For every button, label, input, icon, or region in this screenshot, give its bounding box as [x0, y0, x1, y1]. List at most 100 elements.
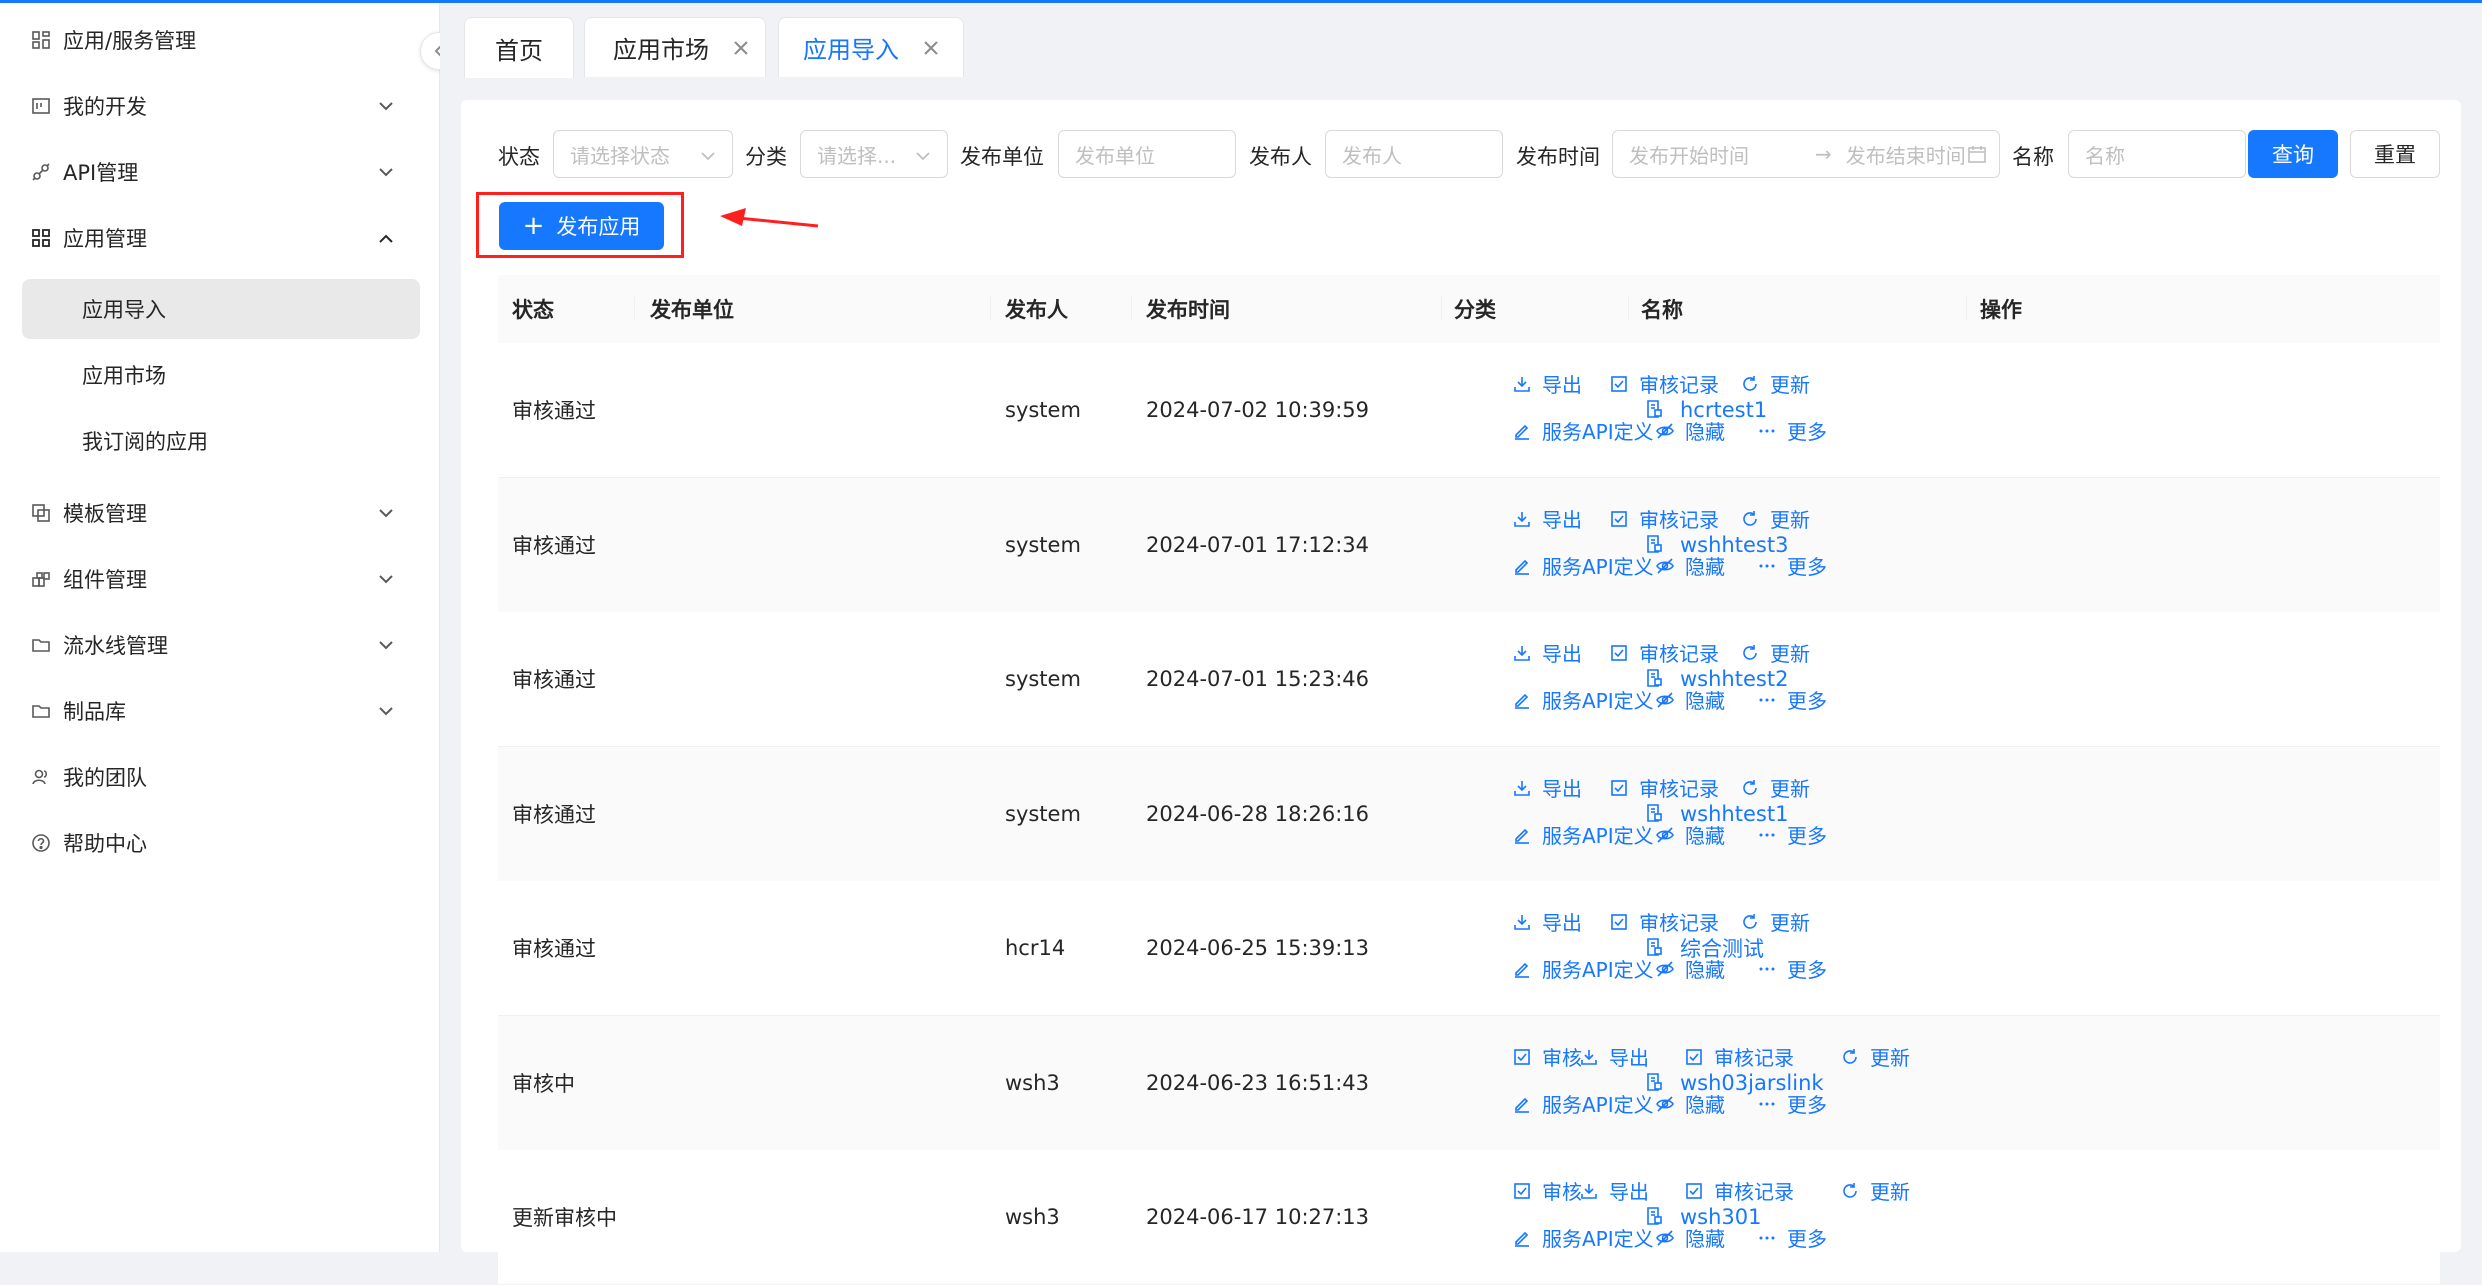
chevron-down-icon — [376, 503, 396, 523]
action-refresh-link[interactable]: 更新 — [1840, 1042, 1910, 1071]
status-select[interactable]: 请选择状态 — [553, 130, 733, 178]
action-download-link[interactable]: 导出 — [1579, 1042, 1649, 1071]
cell-status: 审核通过 — [512, 668, 596, 692]
action-label: 导出 — [1609, 1046, 1649, 1070]
close-icon[interactable] — [731, 38, 751, 58]
sidebar-item-template[interactable]: 模板管理 — [0, 483, 439, 543]
action-ellipsis-link[interactable]: 更多 — [1757, 1089, 1827, 1118]
edit-icon — [1512, 1228, 1532, 1248]
help-icon — [30, 832, 52, 854]
action-checkbox-link[interactable]: 审核 — [1512, 1176, 1582, 1205]
action-download-link[interactable]: 导出 — [1512, 638, 1582, 667]
tab-app-import[interactable]: 应用导入 — [778, 17, 964, 77]
time-range-picker[interactable]: 发布开始时间 → 发布结束时间 — [1612, 130, 2000, 178]
sidebar-item-component[interactable]: 组件管理 — [0, 549, 439, 609]
time-end-placeholder: 发布结束时间 — [1845, 143, 1966, 168]
action-checkbox-link[interactable]: 审核记录 — [1609, 907, 1719, 936]
action-checkbox-link[interactable]: 审核记录 — [1684, 1176, 1794, 1205]
table-row: 审核通过 system 2024-07-02 10:39:59 hcrtest1 导出 审… — [498, 343, 2440, 478]
action-label: 更新 — [1770, 642, 1810, 666]
action-edit-link[interactable]: 服务API定义 — [1512, 685, 1654, 714]
action-download-link[interactable]: 导出 — [1512, 773, 1582, 802]
app-name-link[interactable]: wshhtest2 — [1644, 612, 1788, 746]
action-eye-off-link[interactable]: 隐藏 — [1655, 1089, 1725, 1118]
action-edit-link[interactable]: 服务API定义 — [1512, 416, 1654, 445]
action-eye-off-link[interactable]: 隐藏 — [1655, 820, 1725, 849]
sidebar-item-pipeline[interactable]: 流水线管理 — [0, 615, 439, 675]
query-button[interactable]: 查询 — [2248, 130, 2338, 178]
checkbox-icon — [1512, 1181, 1532, 1201]
app-name-link[interactable]: wshhtest3 — [1644, 478, 1788, 612]
close-icon[interactable] — [921, 38, 941, 58]
sidebar: 应用/服务管理 我的开发 API管理 应用管理 应用导入 应用市场 我订阅的应用… — [0, 3, 440, 1252]
action-download-link[interactable]: 导出 — [1512, 907, 1582, 936]
action-checkbox-link[interactable]: 审核记录 — [1609, 369, 1719, 398]
action-ellipsis-link[interactable]: 更多 — [1757, 685, 1827, 714]
sidebar-item-app-manage[interactable]: 应用管理 — [0, 208, 439, 268]
action-refresh-link[interactable]: 更新 — [1740, 369, 1810, 398]
sidebar-item-my-dev[interactable]: 我的开发 — [0, 76, 439, 136]
name-input[interactable]: 名称 — [2068, 130, 2246, 178]
cell-time: 2024-06-17 10:27:13 — [1146, 1205, 1370, 1229]
action-download-link[interactable]: 导出 — [1512, 504, 1582, 533]
action-checkbox-link[interactable]: 审核记录 — [1609, 773, 1719, 802]
action-download-link[interactable]: 导出 — [1579, 1176, 1649, 1205]
action-edit-link[interactable]: 服务API定义 — [1512, 1223, 1654, 1252]
annotation-highlight-box — [476, 192, 684, 258]
sidebar-subitem-app-market[interactable]: 应用市场 — [22, 345, 420, 405]
action-ellipsis-link[interactable]: 更多 — [1757, 820, 1827, 849]
column-divider — [990, 297, 991, 321]
app-name-link[interactable]: hcrtest1 — [1644, 343, 1767, 477]
action-eye-off-link[interactable]: 隐藏 — [1655, 1223, 1725, 1252]
sidebar-item-app-service[interactable]: 应用/服务管理 — [0, 10, 439, 70]
app-name-link[interactable]: 综合测试 — [1644, 881, 1764, 1015]
action-edit-link[interactable]: 服务API定义 — [1512, 1089, 1654, 1118]
sidebar-item-artifact[interactable]: 制品库 — [0, 681, 439, 741]
action-ellipsis-link[interactable]: 更多 — [1757, 551, 1827, 580]
app-name-link[interactable]: wsh301 — [1644, 1150, 1762, 1284]
action-label: 导出 — [1542, 508, 1582, 532]
action-refresh-link[interactable]: 更新 — [1840, 1176, 1910, 1205]
sidebar-subitem-label: 我订阅的应用 — [82, 430, 208, 454]
ellipsis-icon — [1757, 1228, 1777, 1248]
action-edit-link[interactable]: 服务API定义 — [1512, 954, 1654, 983]
action-refresh-link[interactable]: 更新 — [1740, 907, 1810, 936]
tab-home[interactable]: 首页 — [464, 17, 574, 78]
sidebar-subitem-app-import[interactable]: 应用导入 — [22, 279, 420, 339]
chevron-down-icon — [376, 701, 396, 721]
sidebar-subitem-subscribed[interactable]: 我订阅的应用 — [22, 411, 420, 471]
sidebar-item-help[interactable]: 帮助中心 — [0, 813, 439, 873]
action-checkbox-link[interactable]: 审核记录 — [1684, 1042, 1794, 1071]
action-edit-link[interactable]: 服务API定义 — [1512, 551, 1654, 580]
action-ellipsis-link[interactable]: 更多 — [1757, 954, 1827, 983]
column-header-time: 发布时间 — [1146, 298, 1230, 322]
refresh-icon — [1740, 912, 1760, 932]
action-ellipsis-link[interactable]: 更多 — [1757, 416, 1827, 445]
cell-publisher: system — [1005, 533, 1081, 557]
category-select[interactable]: 请选择... — [800, 130, 948, 178]
sidebar-item-api[interactable]: API管理 — [0, 142, 439, 202]
action-checkbox-link[interactable]: 审核 — [1512, 1042, 1582, 1071]
action-refresh-link[interactable]: 更新 — [1740, 773, 1810, 802]
action-refresh-link[interactable]: 更新 — [1740, 638, 1810, 667]
tab-app-market[interactable]: 应用市场 — [584, 17, 766, 77]
action-eye-off-link[interactable]: 隐藏 — [1655, 416, 1725, 445]
sidebar-item-team[interactable]: 我的团队 — [0, 747, 439, 807]
action-eye-off-link[interactable]: 隐藏 — [1655, 685, 1725, 714]
action-edit-link[interactable]: 服务API定义 — [1512, 820, 1654, 849]
component-icon — [30, 568, 52, 590]
action-download-link[interactable]: 导出 — [1512, 369, 1582, 398]
action-eye-off-link[interactable]: 隐藏 — [1655, 551, 1725, 580]
app-name-link[interactable]: wshhtest1 — [1644, 747, 1788, 881]
unit-input[interactable]: 发布单位 — [1058, 130, 1236, 178]
edit-icon — [1512, 959, 1532, 979]
action-checkbox-link[interactable]: 审核记录 — [1609, 638, 1719, 667]
reset-button[interactable]: 重置 — [2350, 130, 2440, 178]
action-eye-off-link[interactable]: 隐藏 — [1655, 954, 1725, 983]
action-refresh-link[interactable]: 更新 — [1740, 504, 1810, 533]
action-checkbox-link[interactable]: 审核记录 — [1609, 504, 1719, 533]
cell-time: 2024-06-25 15:39:13 — [1146, 936, 1370, 960]
action-ellipsis-link[interactable]: 更多 — [1757, 1223, 1827, 1252]
publisher-input[interactable]: 发布人 — [1325, 130, 1503, 178]
app-name-link[interactable]: wsh03jarslink — [1644, 1016, 1824, 1150]
